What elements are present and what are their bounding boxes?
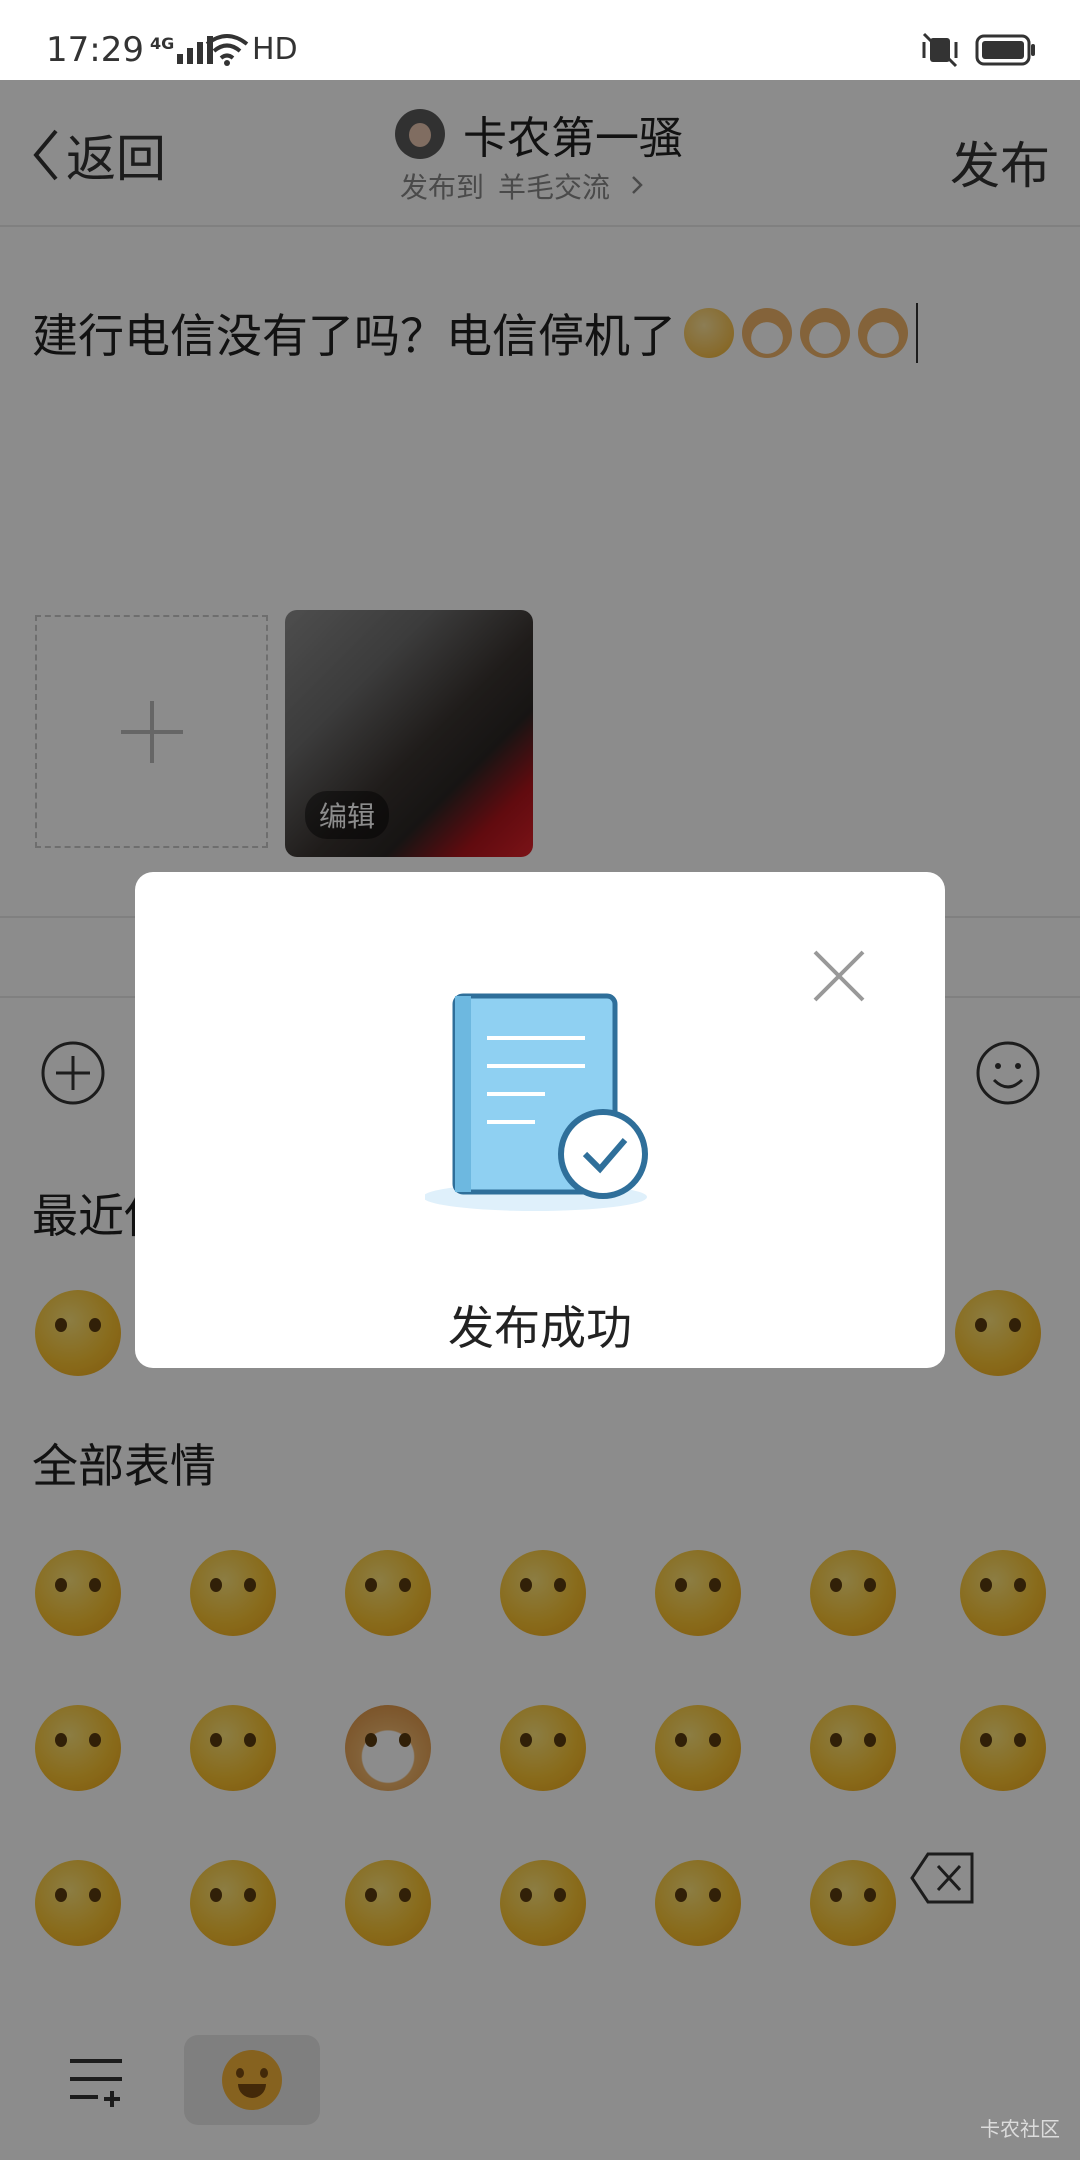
close-icon[interactable]: [809, 946, 869, 1006]
vibrate-mute-icon: [922, 32, 958, 68]
hd-indicator: HD: [252, 32, 298, 67]
success-dialog: 发布成功: [135, 872, 945, 1368]
success-message: 发布成功: [448, 1301, 632, 1355]
watermark: 卡农社区: [980, 2117, 1060, 2141]
document-check-icon: [425, 993, 648, 1211]
status-bar: 17:29 4G HD: [0, 0, 1080, 80]
wifi-icon: [205, 34, 249, 66]
network-type: 4G: [150, 34, 175, 53]
status-time: 17:29: [46, 30, 144, 70]
battery-icon: [975, 34, 1035, 66]
